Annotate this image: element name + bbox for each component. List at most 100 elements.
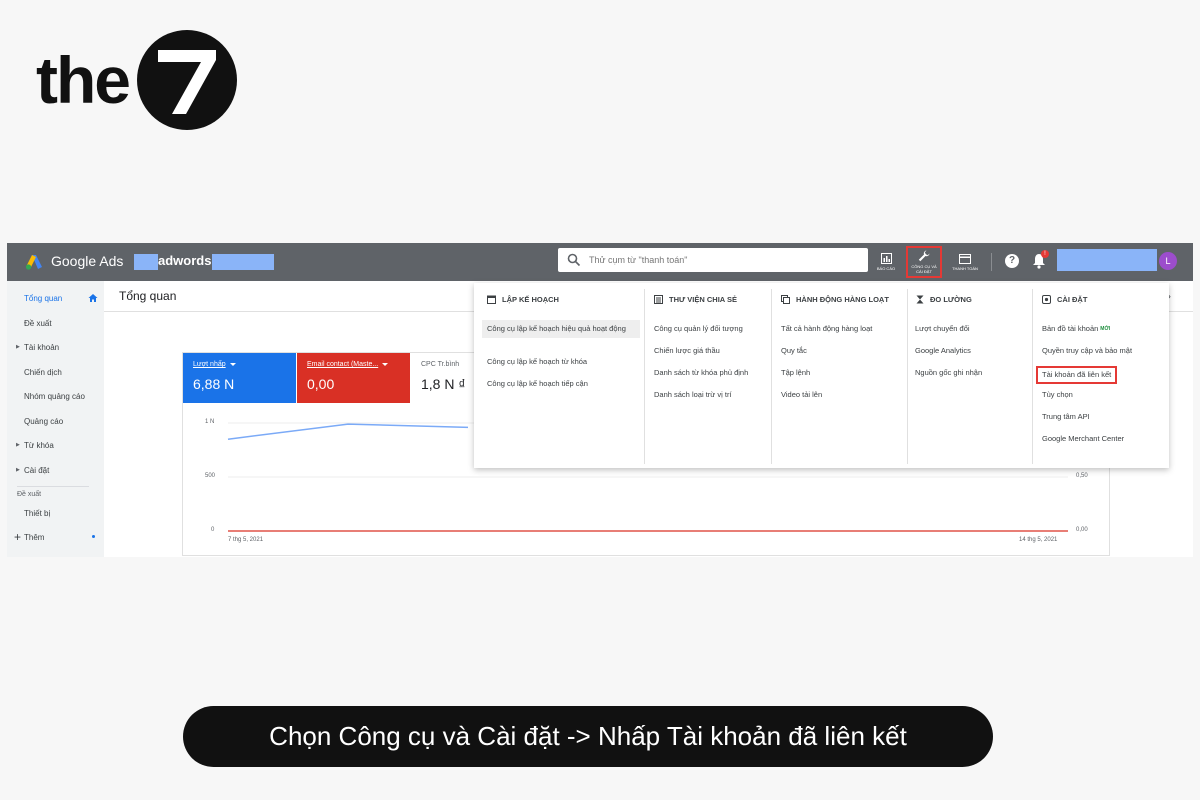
caret-down-icon	[382, 363, 389, 366]
sidebar-item-settings[interactable]: ▶ Cài đặt	[7, 459, 104, 481]
redacted-block	[212, 254, 274, 270]
menu-item-google-analytics[interactable]: Google Analytics	[915, 346, 971, 356]
expand-arrow-icon: ▶	[16, 442, 20, 448]
plus-icon: +	[14, 530, 22, 544]
menu-item-merchant-center[interactable]: Google Merchant Center	[1042, 434, 1124, 444]
instruction-caption: Chọn Công cụ và Cài đặt -> Nhấp Tài khoả…	[183, 706, 993, 767]
metric-label: Lượt nhấp	[193, 361, 226, 368]
menu-item-audience-manager[interactable]: Công cụ quản lý đối tượng	[654, 324, 743, 334]
menu-item-scripts[interactable]: Tập lệnh	[781, 368, 810, 378]
page-title: Tổng quan	[119, 289, 177, 303]
menu-column-divider	[771, 289, 772, 464]
wrench-icon	[918, 250, 930, 262]
sidebar-item-recommendations[interactable]: Đề xuất	[7, 312, 104, 334]
metric-email-contact[interactable]: Email contact (Maste... 0,00	[297, 353, 410, 403]
sidebar-item-campaigns[interactable]: Chiến dịch	[7, 361, 104, 383]
sidebar: Tổng quan Đề xuất ▶ Tài khoản Chiến dịch …	[7, 281, 104, 557]
reports-icon	[880, 253, 892, 264]
sidebar-item-label: Tài khoản	[24, 342, 60, 352]
sidebar-item-account[interactable]: ▶ Tài khoản	[7, 336, 104, 358]
sidebar-item-label: Từ khóa	[24, 440, 54, 450]
avatar[interactable]: L	[1159, 252, 1177, 270]
tools-and-settings-button[interactable]: CÔNG CỤ VÀ CÀI ĐẶT	[906, 246, 942, 278]
product-name: Google Ads	[51, 253, 124, 269]
menu-item-attribution[interactable]: Nguồn gốc ghi nhận	[915, 368, 982, 378]
sidebar-item-label: Chiến dịch	[24, 367, 62, 377]
search-icon	[567, 253, 581, 267]
menu-heading-bulk-actions: HÀNH ĐỘNG HÀNG LOẠT	[781, 295, 889, 304]
sidebar-item-label: Cài đặt	[24, 465, 50, 475]
sidebar-item-keywords[interactable]: ▶ Từ khóa	[7, 434, 104, 456]
menu-item-api-center[interactable]: Trung tâm API	[1042, 412, 1090, 422]
menu-item-keyword-planner[interactable]: Công cụ lập kế hoạch từ khóa	[487, 357, 587, 367]
menu-item-linked-accounts[interactable]: Tài khoản đã liên kết	[1036, 366, 1118, 384]
menu-item-video-uploads[interactable]: Video tải lên	[781, 390, 822, 400]
menu-heading-measurement: ĐO LƯỜNG	[916, 295, 972, 304]
menu-item-negative-keyword-lists[interactable]: Danh sách từ khóa phủ định	[654, 368, 748, 378]
menu-column-divider	[644, 289, 645, 464]
series-line-clicks	[227, 423, 469, 440]
top-bar: Google Ads adwords Thử cụm từ "thanh toá…	[7, 243, 1193, 281]
sidebar-section-label: Đề xuất	[17, 491, 42, 498]
menu-item-label: Bản đồ tài khoản	[1042, 324, 1099, 333]
search-input[interactable]: Thử cụm từ "thanh toán"	[558, 248, 868, 272]
menu-column-divider	[1032, 289, 1033, 464]
help-icon[interactable]: ?	[1005, 254, 1019, 268]
menu-item-account-map[interactable]: Bản đồ tài khoản MỚI	[1042, 324, 1110, 334]
sidebar-item-label: Thêm	[24, 532, 45, 542]
billing-button[interactable]: THANH TOÁN	[951, 246, 979, 278]
sidebar-item-devices[interactable]: Thiết bị	[7, 502, 104, 524]
menu-heading-label: HÀNH ĐỘNG HÀNG LOẠT	[796, 295, 889, 304]
google-ads-logo-icon	[25, 255, 42, 270]
menu-item-access-security[interactable]: Quyền truy cập và bảo mật	[1042, 346, 1132, 356]
tools-label: CÔNG CỤ VÀ CÀI ĐẶT	[911, 264, 937, 274]
caption-text: Chọn Công cụ và Cài đặt -> Nhấp Tài khoả…	[269, 721, 907, 751]
sidebar-divider	[17, 486, 89, 487]
menu-item-reach-planner[interactable]: Công cụ lập kế hoạch tiếp cận	[487, 379, 588, 389]
search-placeholder: Thử cụm từ "thanh toán"	[589, 255, 688, 265]
sidebar-item-label: Nhóm quảng cáo	[24, 391, 85, 401]
expand-arrow-icon: ▶	[16, 467, 20, 473]
sidebar-item-ads[interactable]: Quảng cáo	[7, 410, 104, 432]
toolbar-divider	[991, 253, 992, 271]
notification-badge: !	[1041, 250, 1049, 258]
google-ads-screenshot: Google Ads adwords Thử cụm từ "thanh toá…	[7, 243, 1193, 557]
metric-value: 6,88 N	[193, 376, 235, 392]
metric-value: 0,00	[307, 376, 335, 392]
menu-item-conversions[interactable]: Lượt chuyển đổi	[915, 324, 970, 334]
credit-card-icon	[959, 253, 971, 264]
copy-icon	[781, 295, 790, 304]
account-name[interactable]: adwords	[158, 253, 211, 268]
sidebar-item-overview[interactable]: Tổng quan	[7, 287, 104, 309]
menu-heading-label: LẬP KẾ HOẠCH	[502, 295, 559, 304]
billing-label: THANH TOÁN	[952, 265, 978, 271]
home-icon	[88, 294, 98, 302]
sidebar-item-label: Thiết bị	[24, 508, 51, 518]
reports-label: BÁO CÁO	[876, 266, 896, 271]
seven-glyph	[158, 50, 216, 114]
menu-heading-label: THƯ VIỆN CHIA SẺ	[669, 295, 738, 304]
menu-heading-planning: LẬP KẾ HOẠCH	[487, 295, 559, 304]
brand-logo: the	[36, 30, 237, 130]
redacted-block	[134, 254, 158, 270]
expand-arrow-icon: ▶	[16, 344, 20, 350]
sidebar-item-ad-groups[interactable]: Nhóm quảng cáo	[7, 385, 104, 407]
settings-icon	[1042, 295, 1051, 304]
menu-item-all-bulk-actions[interactable]: Tất cả hành động hàng loạt	[781, 324, 872, 334]
menu-item-bid-strategies[interactable]: Chiến lược giá thầu	[654, 346, 720, 356]
sidebar-item-label: Quảng cáo	[24, 416, 64, 426]
redacted-user-info	[1057, 249, 1157, 271]
menu-heading-label: CÀI ĐẶT	[1057, 295, 1088, 304]
library-icon	[654, 295, 663, 304]
hourglass-icon	[916, 295, 924, 304]
sidebar-item-label: Tổng quan	[24, 293, 63, 303]
menu-heading-shared-library: THƯ VIỆN CHIA SẺ	[654, 295, 737, 304]
reports-button[interactable]: BÁO CÁO	[873, 246, 899, 278]
metric-clicks[interactable]: Lượt nhấp 6,88 N	[183, 353, 296, 403]
menu-item-performance-planner[interactable]: Công cụ lập kế hoạch hiệu quả hoạt động	[482, 320, 640, 338]
new-indicator-dot	[92, 535, 95, 538]
menu-item-preferences[interactable]: Tùy chọn	[1042, 390, 1073, 400]
sidebar-item-more[interactable]: + Thêm	[7, 526, 104, 548]
menu-item-rules[interactable]: Quy tắc	[781, 346, 807, 356]
menu-item-placement-exclusion-lists[interactable]: Danh sách loại trừ vị trí	[654, 390, 732, 400]
